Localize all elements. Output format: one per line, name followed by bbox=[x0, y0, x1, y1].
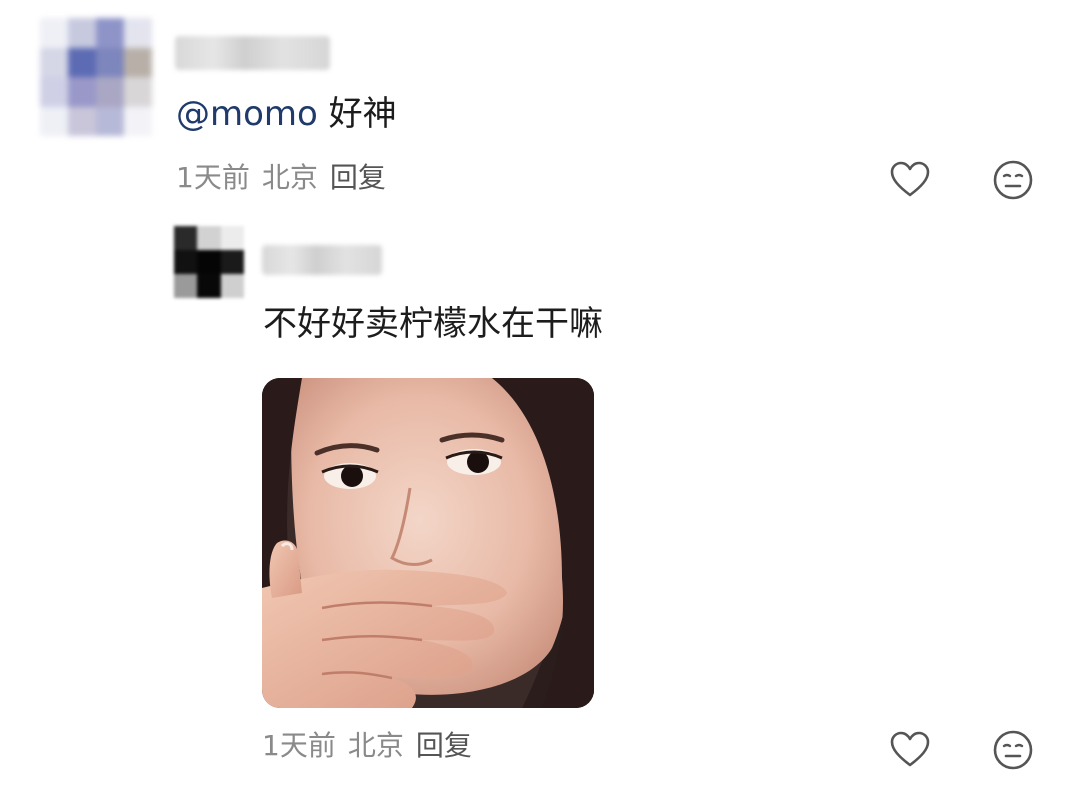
avatar-pixel bbox=[174, 226, 198, 250]
avatar-pixel bbox=[96, 106, 124, 136]
heart-icon[interactable] bbox=[888, 728, 932, 772]
reply-button[interactable]: 回复 bbox=[330, 161, 386, 194]
avatar-pixel bbox=[68, 18, 96, 48]
reply-button[interactable]: 回复 bbox=[416, 729, 472, 762]
mention-link[interactable]: @momo bbox=[176, 94, 318, 134]
avatar-pixel bbox=[124, 47, 152, 77]
avatar-pixel bbox=[197, 274, 221, 298]
neutral-face-icon[interactable] bbox=[991, 728, 1035, 772]
neutral-face-icon[interactable] bbox=[991, 158, 1035, 202]
reply-comment-username[interactable] bbox=[262, 245, 382, 275]
avatar-pixel bbox=[68, 47, 96, 77]
avatar-pixel bbox=[124, 18, 152, 48]
avatar-pixel bbox=[40, 18, 68, 48]
reaction-photo bbox=[262, 378, 594, 708]
avatar-pixel bbox=[124, 106, 152, 136]
main-comment-meta: 1天前 北京 回复 bbox=[176, 162, 398, 194]
avatar-pixel bbox=[96, 47, 124, 77]
reply-comment-image[interactable] bbox=[262, 378, 594, 708]
avatar-pixel bbox=[96, 18, 124, 48]
main-comment-text: @momo 好神 bbox=[176, 94, 397, 134]
avatar-pixel bbox=[40, 77, 68, 107]
avatar-pixel bbox=[197, 250, 221, 274]
avatar-pixel bbox=[68, 77, 96, 107]
comment-location: 北京 bbox=[347, 729, 404, 762]
avatar-pixel bbox=[40, 106, 68, 136]
avatar-pixel bbox=[124, 77, 152, 107]
main-comment-body: 好神 bbox=[317, 94, 397, 134]
avatar-pixel bbox=[96, 77, 124, 107]
avatar-pixel bbox=[174, 274, 198, 298]
comment-time: 1天前 bbox=[176, 161, 250, 194]
avatar-pixel bbox=[40, 47, 68, 77]
main-comment-avatar[interactable] bbox=[40, 18, 152, 136]
reply-comment-avatar[interactable] bbox=[174, 226, 244, 298]
heart-icon[interactable] bbox=[888, 158, 932, 202]
avatar-pixel bbox=[174, 250, 198, 274]
avatar-pixel bbox=[220, 250, 244, 274]
avatar-pixel bbox=[68, 106, 96, 136]
main-comment-username[interactable] bbox=[175, 36, 330, 70]
avatar-pixel bbox=[220, 226, 244, 250]
avatar-pixel bbox=[197, 226, 221, 250]
avatar-pixel bbox=[220, 274, 244, 298]
comment-location: 北京 bbox=[261, 161, 318, 194]
reply-comment-meta: 1天前 北京 回复 bbox=[262, 730, 484, 762]
reply-comment-text: 不好好卖柠檬水在干嘛 bbox=[263, 304, 603, 344]
comment-time: 1天前 bbox=[262, 729, 336, 762]
